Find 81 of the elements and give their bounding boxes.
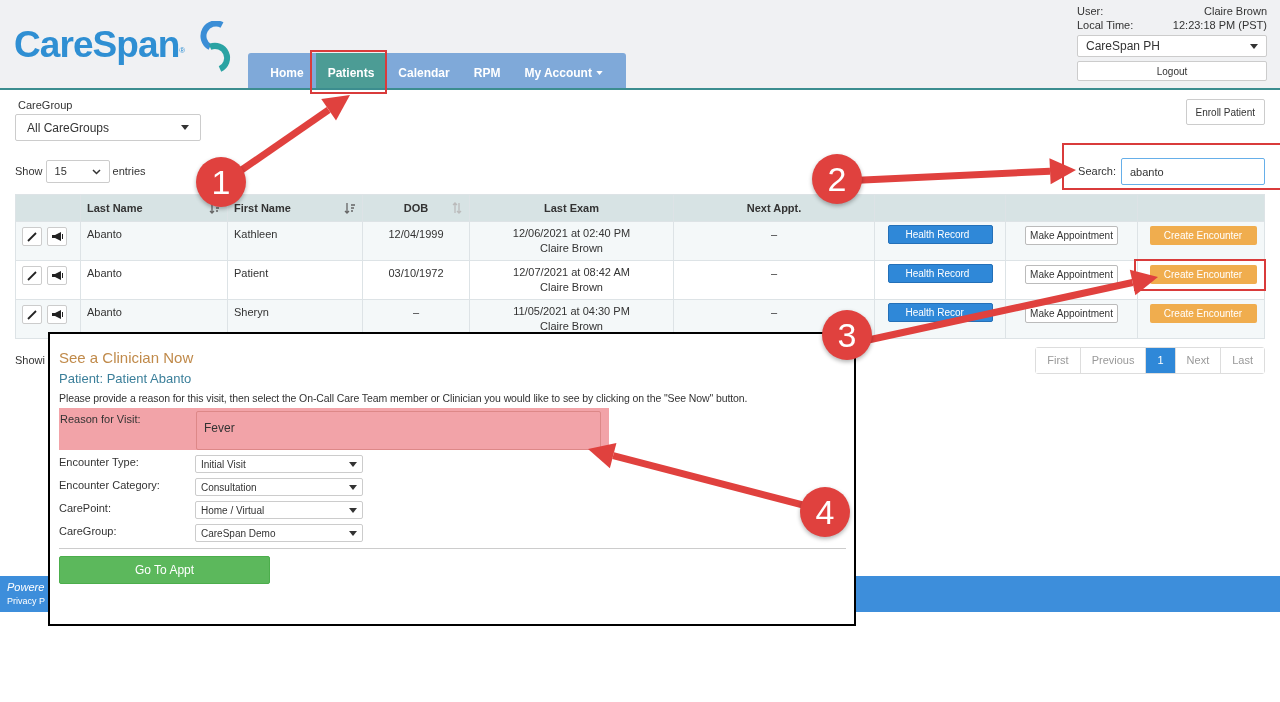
field-label: CareGroup: [59,523,118,539]
sort-icon [451,202,463,214]
reason-field[interactable]: Fever [196,411,601,450]
field-label: CarePoint: [59,500,112,516]
search-field[interactable]: abanto [1121,158,1265,185]
column-header[interactable]: DOB [403,199,429,217]
powered-by-text: Powere [7,580,46,594]
showing-text: Showi [15,353,45,368]
next-appt-cell: – [770,306,778,318]
megaphone-button[interactable] [47,227,67,246]
field-label: Encounter Category: [59,477,161,493]
health-record-button[interactable]: Health Record [887,264,993,283]
local-time: 12:23:18 PM (PST) [1172,18,1267,32]
field-label: Encounter Type: [59,454,140,470]
last-name-cell: Abanto [87,267,122,279]
health-record-button[interactable]: Health Record [887,225,993,244]
next-appt-cell: – [770,228,778,240]
logout-button[interactable]: Logout [1077,61,1267,81]
dob-cell: – [412,306,420,318]
last-exam-date: 12/07/2021 at 08:42 AM [513,265,630,280]
time-label: Local Time: [1077,18,1134,32]
make-appointment-button[interactable]: Make Appointment [1025,265,1118,284]
megaphone-button[interactable] [47,305,67,324]
edit-button[interactable] [22,305,42,324]
first-name-cell: Patient [234,267,269,279]
last-name-cell: Abanto [87,228,122,240]
megaphone-icon [51,232,63,241]
pencil-icon [27,231,37,242]
user-label: User: [1077,4,1104,18]
field-select[interactable]: Consultation [195,478,363,496]
instructions-text: Please provide a reason for this visit, then select the On-Call Care Team member or Clinician you would like to see by clicking on the "See Now" button. [59,391,749,405]
reason-label: Reason for Visit: [60,412,142,427]
first-name-cell: Sheryn [234,306,269,318]
edit-button[interactable] [22,227,42,246]
examiner-name: Claire Brown [540,280,603,295]
caret-icon [349,484,357,490]
field-select[interactable]: Home / Virtual [195,501,363,519]
location-select[interactable]: CareSpan PH [1077,35,1267,57]
logo-icon [198,21,233,74]
megaphone-button[interactable] [47,266,67,285]
caret-icon [1250,43,1258,49]
caret-icon [595,70,603,75]
dob-cell: 03/10/1972 [388,267,444,279]
pencil-icon [27,270,37,281]
caret-icon [349,507,357,513]
megaphone-icon [51,310,63,319]
examiner-name: Claire Brown [540,319,603,334]
field-select[interactable]: Initial Visit [195,455,363,473]
entries-label: entries [112,164,146,180]
last-exam-date: 12/06/2021 at 02:40 PM [512,226,631,241]
make-appointment-button[interactable]: Make Appointment [1025,304,1118,323]
column-header[interactable]: Last Exam [544,199,599,217]
dob-cell: 12/04/1999 [388,228,444,240]
last-name-cell: Abanto [87,306,122,318]
caregroup-select[interactable]: All CareGroups [15,114,201,141]
user-name: Claire Brown [1204,4,1267,18]
make-appointment-button[interactable]: Make Appointment [1025,226,1118,245]
next-appt-cell: – [770,267,778,279]
caret-icon [349,461,357,467]
dialog-title: See a Clinician Now [59,348,195,368]
caregroup-label: CareGroup [18,99,74,112]
page-button[interactable]: 1 [1145,348,1175,373]
caret-icon [349,530,357,536]
pencil-icon [27,309,37,320]
caret-icon [181,125,189,130]
last-exam-date: 11/05/2021 at 04:30 PM [513,304,630,319]
show-label: Show [15,164,43,180]
edit-button[interactable] [22,266,42,285]
search-label: Search: [1078,164,1116,180]
column-header[interactable]: Last Name [87,199,143,217]
megaphone-icon [51,271,63,280]
chevron-icon [91,168,101,175]
first-name-cell: Kathleen [234,228,278,240]
enroll-patient-button[interactable]: Enroll Patient [1185,99,1265,125]
examiner-name: Claire Brown [540,241,603,256]
column-header[interactable]: Next Appt. [746,199,802,217]
sort-icon [344,202,356,214]
patient-name: Patient: Patient Abanto [59,370,193,387]
step-number: 2 [812,154,862,204]
entries-select[interactable]: 15 [45,160,110,183]
field-select[interactable]: CareSpan Demo [195,524,363,542]
